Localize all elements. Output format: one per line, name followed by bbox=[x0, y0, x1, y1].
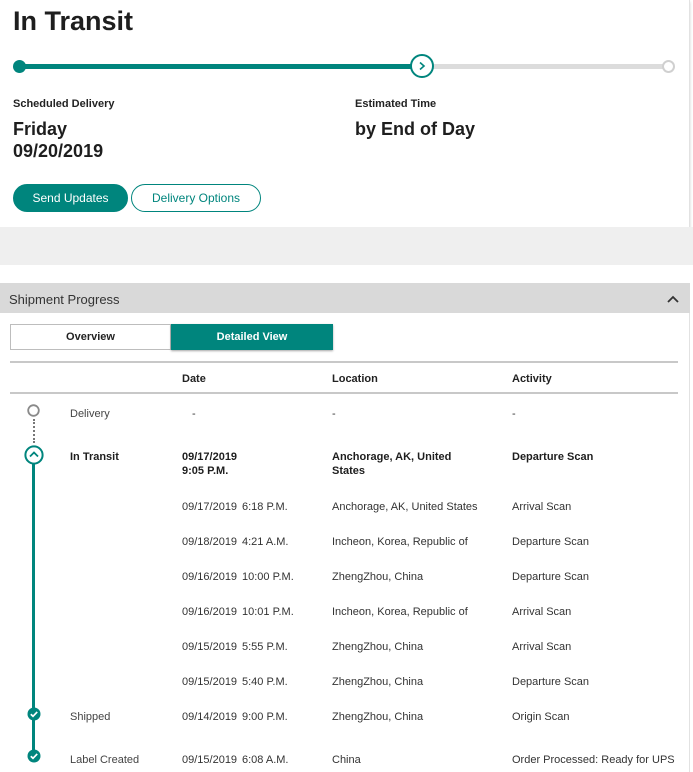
tab-overview[interactable]: Overview bbox=[10, 324, 171, 350]
chevron-up-icon[interactable] bbox=[665, 292, 681, 306]
row-status: Shipped bbox=[70, 711, 111, 723]
row-time: 10:00 P.M. bbox=[242, 571, 294, 583]
row-time: 6:18 P.M. bbox=[242, 501, 288, 513]
row-location: China bbox=[332, 754, 361, 766]
row-location: Incheon, Korea, Republic of bbox=[332, 536, 468, 548]
progress-bar-fill bbox=[19, 64, 422, 69]
row-date: 09/18/2019 bbox=[182, 536, 238, 548]
row-time: 5:55 P.M. bbox=[242, 641, 288, 653]
panel-title: Shipment Progress bbox=[9, 292, 120, 307]
scheduled-delivery-label: Scheduled Delivery bbox=[13, 98, 115, 110]
row-status: Label Created bbox=[70, 754, 140, 766]
row-location: Incheon, Korea, Republic of bbox=[332, 606, 468, 618]
row-location: - bbox=[332, 408, 336, 420]
row-activity: Arrival Scan bbox=[512, 641, 572, 653]
row-location: ZhengZhou, China bbox=[332, 641, 424, 653]
row-location: ZhengZhou, China bbox=[332, 571, 424, 583]
row-date: 09/16/2019 bbox=[182, 571, 238, 583]
row-time: 5:40 P.M. bbox=[242, 676, 288, 688]
row-activity: Arrival Scan bbox=[512, 501, 572, 513]
scheduled-delivery-day: Friday bbox=[13, 119, 68, 139]
row-status: In Transit bbox=[70, 451, 119, 463]
row-date: 09/14/2019 bbox=[182, 711, 238, 723]
check-circle-icon bbox=[27, 707, 41, 721]
table-header-rule bbox=[10, 392, 678, 394]
row-date: 09/15/2019 bbox=[182, 754, 238, 766]
scheduled-delivery-date: 09/20/2019 bbox=[13, 141, 104, 161]
row-location: Anchorage, AK, United States bbox=[332, 451, 452, 477]
tab-detailed-view[interactable]: Detailed View bbox=[171, 324, 333, 350]
row-activity: Departure Scan bbox=[512, 536, 590, 548]
column-header-location: Location bbox=[332, 373, 378, 385]
row-date: 09/16/2019 bbox=[182, 606, 238, 618]
column-header-activity: Activity bbox=[512, 373, 552, 385]
row-activity: Departure Scan bbox=[512, 571, 590, 583]
progress-bar bbox=[19, 64, 669, 69]
estimated-time-label: Estimated Time bbox=[355, 98, 437, 110]
shipment-progress-panel: Shipment Progress Overview Detailed View… bbox=[0, 283, 690, 772]
shipment-status-card: In Transit Scheduled Delivery Friday 09/… bbox=[0, 0, 690, 227]
row-activity: Arrival Scan bbox=[512, 606, 572, 618]
column-header-date: Date bbox=[182, 373, 206, 385]
estimated-time-value: by End of Day bbox=[355, 119, 476, 139]
row-time: 10:01 P.M. bbox=[242, 606, 294, 618]
check-circle-icon bbox=[27, 749, 41, 763]
row-date: 09/15/2019 bbox=[182, 641, 238, 653]
table-top-rule bbox=[10, 361, 678, 363]
timeline-pending-connector bbox=[33, 419, 35, 443]
row-location: Anchorage, AK, United States bbox=[332, 501, 478, 513]
send-updates-button[interactable]: Send Updates bbox=[13, 184, 128, 212]
chevron-right-icon bbox=[410, 54, 434, 78]
row-date: 09/15/2019 bbox=[182, 676, 238, 688]
row-activity: Departure Scan bbox=[512, 676, 590, 688]
row-date: 09/17/2019 bbox=[182, 501, 238, 513]
section-spacer bbox=[0, 227, 693, 265]
row-time: 6:08 A.M. bbox=[242, 754, 289, 766]
chevron-up-icon bbox=[24, 445, 44, 465]
row-activity: Origin Scan bbox=[512, 711, 570, 723]
row-status: Delivery bbox=[70, 408, 110, 420]
row-activity: - bbox=[512, 408, 516, 420]
delivery-options-button[interactable]: Delivery Options bbox=[131, 184, 261, 212]
row-location: ZhengZhou, China bbox=[332, 711, 424, 723]
row-time: 9:00 P.M. bbox=[242, 711, 288, 723]
progress-start-dot bbox=[13, 60, 26, 73]
row-location: ZhengZhou, China bbox=[332, 676, 424, 688]
row-date: - bbox=[192, 408, 196, 420]
status-title: In Transit bbox=[13, 6, 134, 36]
row-time: 9:05 P.M. bbox=[182, 465, 229, 477]
row-time: 4:21 A.M. bbox=[242, 536, 289, 548]
row-activity: Departure Scan bbox=[512, 451, 594, 463]
row-date: 09/17/2019 bbox=[182, 451, 238, 463]
panel-header[interactable]: Shipment Progress bbox=[0, 283, 690, 313]
empty-circle-icon bbox=[27, 404, 40, 417]
row-activity: Order Processed: Ready for UPS bbox=[512, 754, 675, 766]
progress-end-dot bbox=[662, 60, 675, 73]
